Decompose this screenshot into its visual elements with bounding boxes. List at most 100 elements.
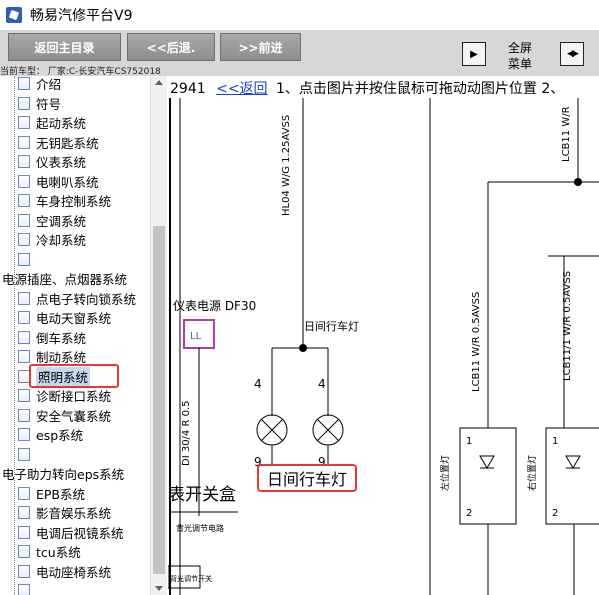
tree-item[interactable]: 仪表系统: [18, 152, 86, 171]
tree-item-label: 仪表系统: [36, 155, 87, 170]
tree-item[interactable]: 空调系统: [18, 211, 86, 230]
tree-item-label: 倒车系统: [36, 330, 87, 346]
document-icon: [18, 506, 30, 519]
menu-label: 菜单: [507, 57, 532, 71]
tree-item-label: 符号: [36, 96, 62, 112]
pin-1a: 1: [466, 436, 472, 447]
wire-label-di30: DI 30/4 R 0.5: [181, 401, 192, 467]
wiring-diagram[interactable]: HL04 W/G 1.25AVSS 日间行车灯 4 4 9 9 日间行车灯 仪表…: [168, 76, 599, 595]
selected-item-highlight: [29, 363, 119, 388]
tree-item-label: 起动系统: [36, 116, 87, 131]
fullscreen-label: 全屏: [507, 41, 532, 55]
document-icon: [18, 350, 30, 363]
fullscreen-menu-toggle[interactable]: 全屏 菜单: [500, 40, 540, 72]
document-icon: [18, 194, 30, 207]
tree-item[interactable]: 无钥匙系统: [18, 133, 99, 152]
tree-item[interactable]: [18, 250, 36, 269]
document-icon: [18, 564, 30, 578]
scroll-up-arrow-icon[interactable]: [155, 80, 163, 85]
tree-item[interactable]: 符号: [18, 94, 61, 113]
tree-item-label: 车身控制系统: [36, 194, 112, 209]
tree-item[interactable]: 起动系统: [18, 113, 86, 132]
document-icon: [18, 252, 30, 266]
document-icon: [18, 486, 30, 500]
document-icon: [18, 96, 30, 110]
document-icon: [18, 116, 30, 129]
wire-label-hl04: HL04 W/G 1.25AVSS: [281, 115, 292, 216]
next-button[interactable]: >>前进: [220, 33, 301, 61]
tree-item[interactable]: tcu系统: [18, 542, 81, 561]
document-icon: [18, 330, 30, 344]
double-arrow-icon: ◀▶: [567, 49, 579, 59]
tree-item-label: 安全气囊系统: [36, 408, 112, 424]
previous-button[interactable]: <<后退.: [127, 33, 215, 61]
tree-item[interactable]: 点电子转向锁系统: [18, 289, 136, 308]
tree-item[interactable]: 介绍: [18, 76, 61, 93]
collapse-panel-button[interactable]: ▶: [462, 42, 486, 66]
tree-item[interactable]: 安全气囊系统: [18, 406, 111, 425]
tree-scrollbar[interactable]: [150, 76, 167, 595]
label-drl-big: 日间行车灯: [267, 470, 347, 489]
tree-item-label: 诊断接口系统: [36, 389, 112, 404]
wire-label-lcb11: LCB11 W/R: [561, 106, 572, 162]
label-right-pos-lamp: 右位置灯: [526, 455, 538, 491]
document-icon: [18, 311, 30, 324]
tree-item-label: 电子助力转向eps系统: [2, 467, 125, 482]
tree-category[interactable]: 电子助力转向eps系统: [2, 464, 124, 483]
app-logo-icon: [6, 7, 22, 23]
wiring-diagram-panel[interactable]: 2941 <<返回 1、点击图片并按住鼠标可拖动动图片位置 2、 HL04 W/…: [168, 76, 599, 595]
tree-item[interactable]: 影音娱乐系统: [18, 503, 111, 522]
connector-ll-text: LL: [190, 331, 202, 342]
wire-label-lcb11-left: LCB11 W/R 0.5AVSS: [471, 292, 482, 392]
scrollbar-thumb[interactable]: [153, 226, 165, 574]
label-dimmer: 背光调节电路: [176, 523, 224, 533]
label-drl-small: 日间行车灯: [304, 319, 359, 333]
tree-item-label: 电调后视镜系统: [36, 525, 124, 541]
label-instrument-power: 仪表电源 DF30: [173, 299, 256, 313]
tree-item[interactable]: 电调后视镜系统: [18, 523, 124, 542]
pin-4a: 4: [254, 377, 262, 391]
tree-item[interactable]: 冷却系统: [18, 230, 86, 249]
wire-label-lcb11-right: LCB11/1 W/R 0.5AVSS: [562, 271, 573, 381]
tree-item-label: 点电子转向锁系统: [36, 291, 137, 307]
tree-item[interactable]: [18, 445, 36, 464]
title-bar: 畅易汽修平台V9: [0, 0, 599, 30]
led-right-icon: [565, 455, 581, 469]
tree-item-label: 空调系统: [36, 213, 87, 229]
document-icon: [18, 389, 30, 402]
system-tree: 介绍符号起动系统无钥匙系统仪表系统电喇叭系统车身控制系统 空调系统冷却系统电源插座…: [0, 76, 150, 595]
document-icon: [18, 233, 30, 246]
led-left-icon: [479, 455, 495, 469]
tree-item[interactable]: 电动座椅系统: [18, 562, 111, 581]
window-title: 畅易汽修平台V9: [30, 8, 133, 24]
expand-panel-button[interactable]: ◀▶: [560, 42, 584, 66]
document-icon: [18, 135, 30, 149]
tree-item-label: 无钥匙系统: [36, 135, 99, 151]
label-dimmer-switch: 背光调节开关: [170, 574, 212, 583]
document-icon: [18, 291, 30, 305]
scroll-down-arrow-icon[interactable]: [155, 586, 163, 591]
document-icon: [18, 447, 30, 461]
tree-item[interactable]: 倒车系统: [18, 328, 86, 347]
pin-2b: 2: [552, 508, 558, 519]
tree-item[interactable]: 诊断接口系统: [18, 386, 111, 405]
tree-item[interactable]: 车身控制系统: [18, 191, 111, 210]
tree-item[interactable]: EPB系统: [18, 484, 85, 503]
tree-item-label: 冷却系统: [36, 233, 87, 248]
tree-item[interactable]: 电动天窗系统: [18, 308, 111, 327]
back-main-menu-button[interactable]: 返回主目录: [8, 33, 121, 61]
tree-item[interactable]: esp系统: [18, 425, 83, 444]
tree-category[interactable]: 电源插座、点烟器系统: [2, 269, 127, 288]
arrow-right-icon: ▶: [470, 48, 478, 60]
tree-item-label: EPB系统: [36, 486, 86, 502]
tree-item-label: tcu系统: [36, 545, 81, 560]
pin-1b: 1: [552, 436, 558, 447]
document-icon: [18, 155, 30, 168]
tree-item-label: 影音娱乐系统: [36, 506, 112, 521]
label-left-pos-lamp: 左位置灯: [439, 455, 451, 491]
document-icon: [18, 428, 30, 441]
tree-item[interactable]: [18, 581, 36, 595]
pin-4b: 4: [318, 377, 326, 391]
tree-item[interactable]: 电喇叭系统: [18, 172, 99, 191]
pin-2a: 2: [466, 508, 472, 519]
